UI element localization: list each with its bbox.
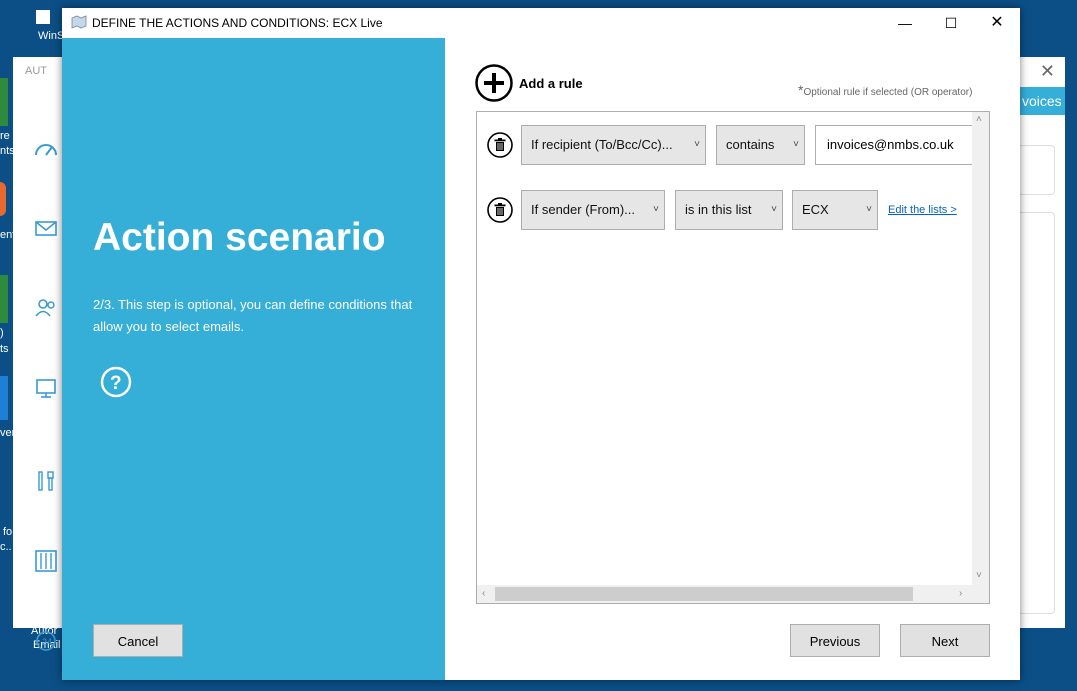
chevron-down-icon: ˅ [793,139,799,150]
help-icon[interactable]: ? [100,366,132,398]
add-rule-button[interactable]: Add a rule [519,76,583,91]
scroll-down-icon[interactable]: ˅ [976,570,982,581]
scroll-up-icon[interactable]: ˄ [976,114,982,125]
desktop-label: WinS [38,30,65,42]
horizontal-scrollbar[interactable]: ‹ › [477,585,989,603]
rule-operator-select[interactable]: is in this list ˅ [675,190,783,230]
add-rule-icon[interactable] [475,64,513,102]
desktop-label: ) [0,327,4,339]
envelope-icon[interactable] [33,215,59,241]
rule-field-select[interactable]: If recipient (To/Bcc/Cc)... ˅ [521,125,706,165]
chevron-down-icon: ˅ [866,204,872,215]
monitor-icon[interactable] [33,375,59,401]
maximize-button[interactable]: ☐ [928,8,974,38]
desktop-shortcut-winscp[interactable] [36,10,50,24]
rule-field-select[interactable]: If sender (From)... ˅ [521,190,665,230]
desktop-label: fo [3,526,13,538]
scrollbar-thumb[interactable] [495,587,913,601]
delete-rule-icon[interactable] [487,132,513,158]
background-close-icon[interactable]: ✕ [1040,61,1055,82]
rule-list-select[interactable]: ECX ˅ [792,190,878,230]
app-logo-icon [71,15,87,29]
desktop-shortcut-blue[interactable] [0,376,8,420]
dialog-title: DEFINE THE ACTIONS AND CONDITIONS: ECX L… [92,16,383,30]
next-button[interactable]: Next [900,624,990,657]
previous-button[interactable]: Previous [790,624,880,657]
edit-lists-link[interactable]: Edit the lists > [888,204,957,216]
scroll-left-icon[interactable]: ‹ [482,588,485,599]
background-banner: voices [1020,87,1065,115]
minimize-button[interactable]: — [882,8,928,38]
desktop-shortcut-green[interactable] [0,78,8,126]
vertical-scrollbar[interactable]: ˄ ˅ [972,112,989,585]
sliders-icon[interactable] [33,548,59,574]
title-bar: DEFINE THE ACTIONS AND CONDITIONS: ECX L… [62,8,1020,38]
chevron-down-icon: ˅ [771,204,777,215]
desktop-label: ts [0,343,9,355]
background-panel [1018,145,1055,195]
delete-rule-icon[interactable] [487,197,513,223]
scroll-right-icon[interactable]: › [959,588,962,599]
step-description: 2/3. This step is optional, you can defi… [93,297,413,334]
background-panel [1018,212,1055,614]
rule-operator-select[interactable]: contains ˅ [716,125,805,165]
cancel-button[interactable]: Cancel [93,624,183,657]
chevron-down-icon: ˅ [653,204,659,215]
optional-rule-note: *Optional rule if selected (OR operator) [798,82,973,98]
svg-text:?: ? [110,373,122,394]
background-sidebar: 24 [13,85,63,651]
desktop-shortcut-green-2[interactable] [0,275,8,323]
users-icon[interactable] [33,295,59,321]
step-info-panel: Action scenario 2/3. This step is option… [62,38,445,680]
desktop-shortcut-orange[interactable] [0,182,6,216]
desktop-label: re [0,130,10,142]
rules-list: If recipient (To/Bcc/Cc)... ˅ contains ˅… [476,111,990,604]
rule-value-input[interactable]: invoices@nmbs.co.uk [815,125,975,165]
background-app-title: AUT [25,65,47,77]
tools-icon[interactable] [33,468,59,494]
chevron-down-icon: ˅ [694,139,700,150]
speedometer-icon[interactable] [33,135,59,161]
page-title: Action scenario [93,216,386,259]
desktop-label: c.. [0,541,12,553]
close-button[interactable]: ✕ [974,8,1020,38]
support-24-icon[interactable]: 24 [33,628,59,654]
define-actions-dialog: DEFINE THE ACTIONS AND CONDITIONS: ECX L… [62,8,1020,680]
svg-text:24: 24 [42,637,52,647]
